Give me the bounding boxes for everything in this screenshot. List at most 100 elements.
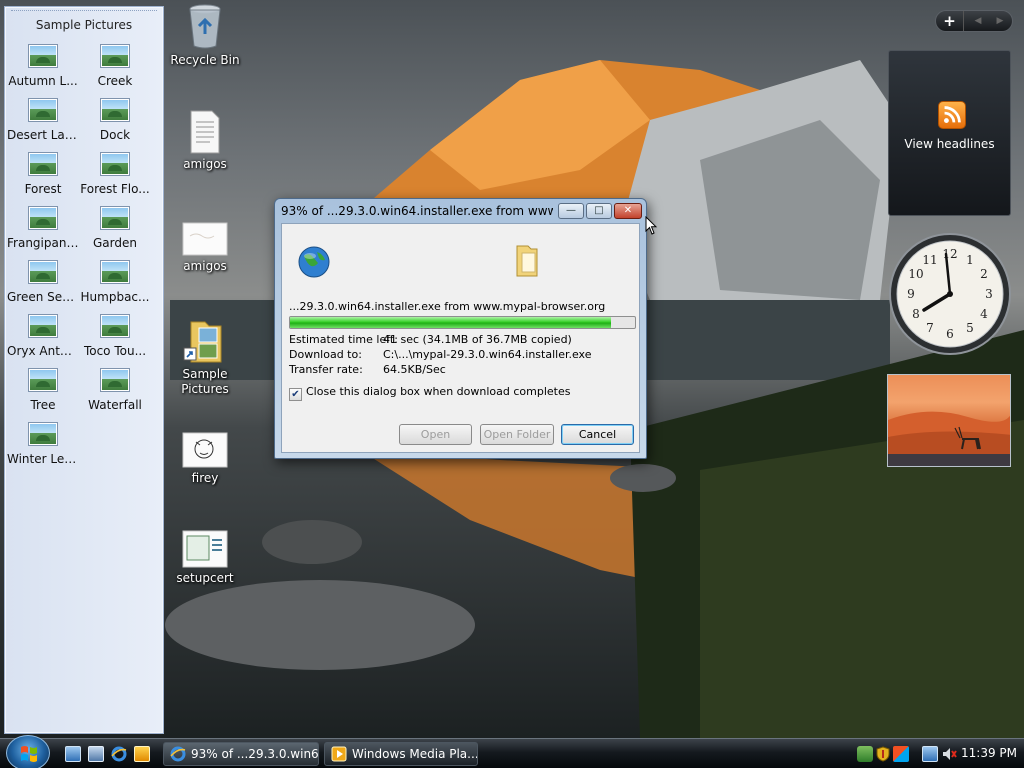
slideshow-gadget[interactable] [887,374,1011,467]
image-thumbnail-icon [28,152,58,176]
close-button[interactable]: ✕ [614,203,642,219]
media-player-icon[interactable] [134,746,150,762]
picture-label: Garden [93,236,137,250]
picture-label: Forest [24,182,62,196]
drawing-file-icon [182,432,228,468]
taskbar-button-download[interactable]: 93% of ...29.3.0.win6... [163,742,319,766]
desktop-icon-label: amigos [183,259,227,273]
download-file-label: ...29.3.0.win64.installer.exe from www.m… [289,300,606,313]
panel-grip[interactable] [11,10,157,11]
cancel-button[interactable]: Cancel [561,424,634,445]
media-player-icon [331,746,347,762]
open-folder-button[interactable]: Open Folder [480,424,554,445]
picture-label: Oryx Antel... [7,344,79,358]
image-thumbnail-icon [28,260,58,284]
svg-text:6: 6 [946,327,954,341]
picture-label: Green Sea ... [7,290,79,304]
taskbar-button-label: Windows Media Pla... [352,747,478,761]
estimated-time-value: 41 sec (34.1MB of 36.7MB copied) [383,333,572,346]
svg-text:10: 10 [908,267,923,281]
security-shield-icon[interactable] [875,746,891,762]
show-desktop-icon[interactable] [65,746,81,762]
slideshow-toolbar [888,454,1010,466]
picture-item[interactable]: Desert Lan... [7,98,79,153]
picture-item[interactable]: Oryx Antel... [7,314,79,369]
feed-headlines-gadget[interactable]: View headlines [888,50,1011,216]
svg-text:8: 8 [912,307,920,321]
folder-shortcut-icon [183,321,222,363]
speaker-muted-icon[interactable] [941,746,957,762]
svg-text:2: 2 [980,267,988,281]
desktop-icon-sample-pictures[interactable]: Sample Pictures [169,318,241,397]
close-when-done-label: Close this dialog box when download comp… [306,385,571,398]
picture-label: Humpbac... [80,290,150,304]
picture-label: Creek [97,74,133,88]
image-thumbnail-icon [100,368,130,392]
desktop-icon-firey[interactable]: firey [169,432,241,486]
picture-item[interactable]: Garden [79,206,151,261]
download-dialog: 93% of ...29.3.0.win64.installer.exe fro… [274,198,647,459]
rss-feed-icon [938,101,966,129]
panel-title: Sample Pictures [35,18,133,32]
svg-text:12: 12 [942,247,957,261]
image-file-icon [182,222,228,256]
picture-label: Tree [30,398,56,412]
desktop-icon-recycle-bin[interactable]: Recycle Bin [169,2,241,68]
internet-explorer-icon [170,746,186,762]
close-when-done-option[interactable]: ✔ Close this dialog box when download com… [289,385,570,401]
maximize-button[interactable]: □ [586,203,612,219]
picture-item[interactable]: Frangipani... [7,206,79,261]
desktop-icon-amigos-text[interactable]: amigos [169,110,241,172]
switch-windows-icon[interactable] [88,746,104,762]
svg-text:9: 9 [907,287,915,301]
minimize-button[interactable]: — [558,203,584,219]
desktop-icon-setupcert[interactable]: setupcert [169,530,241,586]
view-headlines-link[interactable]: View headlines [889,137,1010,151]
windows-update-icon[interactable] [893,746,909,762]
picture-item[interactable]: Tree [7,368,79,423]
picture-item[interactable]: Green Sea ... [7,260,79,315]
add-gadget-button[interactable]: + [936,11,964,31]
desktop-icon-label: Sample Pictures [181,367,229,396]
image-thumbnail-icon [28,314,58,338]
image-thumbnail-icon [100,314,130,338]
text-document-icon [190,110,220,154]
picture-item[interactable]: Winter Lea... [7,422,79,477]
open-button[interactable]: Open [399,424,472,445]
picture-label: Frangipani... [7,236,79,250]
picture-item[interactable]: Forest [7,152,79,207]
image-thumbnail-icon [100,44,130,68]
taskbar-button-label: 93% of ...29.3.0.win6... [191,747,319,761]
network-tray-icon[interactable] [857,746,873,762]
clock-gadget[interactable]: 12 1 2 3 4 5 6 7 8 9 10 11 [888,232,1012,356]
picture-item[interactable]: Toco Tou... [79,314,151,369]
picture-label: Autumn L... [8,74,78,88]
sidebar-next-button[interactable]: ▶ [988,11,1012,31]
download-to-value: C:\...\mypal-29.3.0.win64.installer.exe [383,348,592,361]
internet-explorer-icon[interactable] [111,746,127,762]
svg-text:5: 5 [966,321,974,335]
desktop-icon-amigos-image[interactable]: amigos [169,222,241,274]
taskbar-clock[interactable]: 11:39 PM [961,746,1017,760]
picture-item[interactable]: Autumn L... [7,44,79,99]
picture-item[interactable]: Creek [79,44,151,99]
sidebar-previous-button[interactable]: ◀ [966,11,990,31]
picture-item[interactable]: Humpbac... [79,260,151,315]
picture-item[interactable]: Waterfall [79,368,151,423]
mouse-cursor-icon [645,216,657,235]
close-when-done-checkbox[interactable]: ✔ [289,388,302,401]
image-thumbnail-icon [100,260,130,284]
folder-icon [516,245,538,277]
taskbar: 93% of ...29.3.0.win6... Windows Media P… [0,735,1024,768]
picture-item[interactable]: Dock [79,98,151,153]
transfer-rate-label: Transfer rate: [289,363,363,376]
image-thumbnail-icon [100,152,130,176]
estimated-time-label: Estimated time left: [289,333,398,346]
picture-item[interactable]: Forest Flo... [79,152,151,207]
start-button[interactable] [6,735,50,768]
taskbar-button-media-player[interactable]: Windows Media Pla... [324,742,478,766]
svg-text:11: 11 [922,253,937,267]
monitor-tray-icon[interactable] [922,746,938,762]
globe-icon [298,246,330,278]
dialog-title: 93% of ...29.3.0.win64.installer.exe fro… [281,204,553,218]
